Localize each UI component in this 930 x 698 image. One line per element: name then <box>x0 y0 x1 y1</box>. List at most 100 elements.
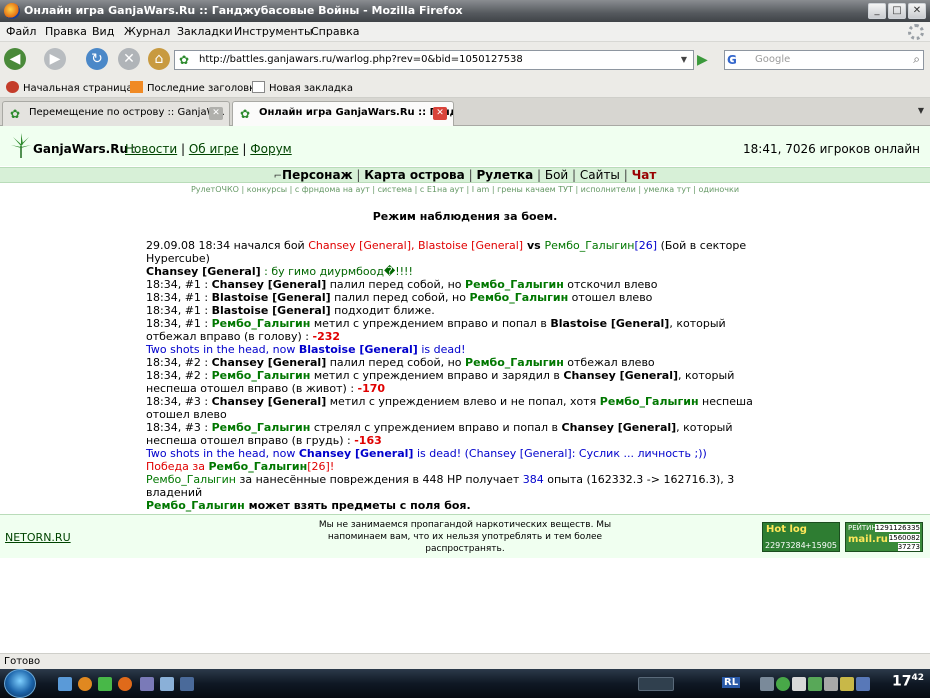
throbber-icon <box>908 24 924 40</box>
site-header: GanjaWars.Ru : Новости | Об игре | Форум… <box>0 126 930 166</box>
maximize-button[interactable]: □ <box>888 3 906 19</box>
close-icon[interactable]: ✕ <box>209 107 223 120</box>
bookmark-new[interactable]: Новая закладка <box>252 81 353 94</box>
nav-character[interactable]: Персонаж <box>282 168 352 182</box>
counter-value: +15905 <box>804 541 837 550</box>
quicklaunch-icon[interactable] <box>58 677 72 691</box>
tab-island-travel[interactable]: ✿ Перемещение по острову :: GanjaW... ✕ <box>2 101 230 126</box>
separator: | <box>238 142 251 156</box>
quicklaunch-icon[interactable] <box>98 677 112 691</box>
pistol-icon: ⌐ <box>273 171 283 182</box>
address-bar[interactable]: ✿ http://battles.ganjawars.ru/warlog.php… <box>174 50 694 70</box>
volume-icon[interactable] <box>792 677 806 691</box>
log-line: 18:34, #3 : Chansey [General] метил с уп… <box>146 395 753 421</box>
reload-icon[interactable]: ↻ <box>86 48 108 70</box>
separator: | <box>464 168 477 182</box>
nav-chat[interactable]: Чат <box>632 168 657 182</box>
menu-tools[interactable]: Инструменты <box>234 25 313 38</box>
netorn-link[interactable]: NETORN.RU <box>5 531 71 544</box>
firefox-icon[interactable] <box>118 677 132 691</box>
search-icon[interactable]: ⌕ <box>913 52 920 67</box>
status-bar: Готово <box>0 653 930 669</box>
network-icon[interactable] <box>824 677 838 691</box>
quicklaunch-icon[interactable] <box>160 677 174 691</box>
tab-bar: ✿ Перемещение по острову :: GanjaW... ✕ … <box>0 98 930 126</box>
link-news[interactable]: Новости <box>125 142 177 156</box>
bookmark-icon <box>6 81 19 93</box>
battle-log: 29.09.08 18:34 начался бой Chansey [Gene… <box>146 239 776 512</box>
go-icon[interactable]: ▶ <box>697 51 715 69</box>
counter-value: 1560082 <box>888 534 920 542</box>
window-title: Онлайн игра GanjaWars.Ru :: Ганджубасовы… <box>24 4 463 17</box>
menu-view[interactable]: Вид <box>92 25 114 38</box>
disclaimer: Мы не занимаемся пропагандой наркотическ… <box>318 520 612 554</box>
separator: | <box>619 168 632 182</box>
start-button[interactable] <box>4 669 36 698</box>
hotlog-counter[interactable]: Hot log 22973284 +15905 <box>762 522 840 552</box>
language-indicator[interactable]: RL <box>722 677 741 688</box>
tray-icon[interactable] <box>856 677 870 691</box>
menu-history[interactable]: Журнал <box>124 25 170 38</box>
menu-bar: Файл Правка Вид Журнал Закладки Инструме… <box>0 22 930 42</box>
log-line: Рембо_Галыгин за нанесённые повреждения … <box>146 473 735 499</box>
site-favicon-icon: ✿ <box>240 107 251 121</box>
log-line: 18:34, #1 : Blastoise [General] палил пе… <box>146 291 653 304</box>
tray-icon[interactable] <box>840 677 854 691</box>
google-icon[interactable]: G <box>727 52 747 68</box>
mailru-counter[interactable]: РЕЙТИНГ mail.ru 1291126335 1560082 37273 <box>845 522 923 552</box>
counter-value: 22973284 <box>765 541 806 550</box>
sub-nav[interactable]: РулетОЧКО | конкурсы | с фрндома на аут … <box>0 184 930 196</box>
quicklaunch-icon[interactable] <box>180 677 194 691</box>
tab-list-chevron-icon[interactable]: ▼ <box>918 106 924 115</box>
log-line: 18:34, #2 : Chansey [General] палил пере… <box>146 356 655 369</box>
quicklaunch-icon[interactable] <box>140 677 154 691</box>
bookmark-headlines[interactable]: Последние заголовки <box>130 81 262 94</box>
back-icon[interactable]: ◀ <box>4 48 26 70</box>
tray-icon[interactable] <box>776 677 790 691</box>
site-favicon-icon: ✿ <box>10 107 21 121</box>
chevron-down-icon[interactable]: ▼ <box>677 52 691 68</box>
link-forum[interactable]: Форум <box>250 142 291 156</box>
tab-label: Онлайн игра GanjaWars.Ru :: Ганд... <box>259 107 454 118</box>
link-about[interactable]: Об игре <box>189 142 239 156</box>
close-icon[interactable]: ✕ <box>433 107 447 120</box>
home-icon[interactable]: ⌂ <box>148 48 170 70</box>
minimize-button[interactable]: _ <box>868 3 886 19</box>
nav-island-map[interactable]: Карта острова <box>364 168 465 182</box>
navigation-toolbar: ◀ ▶ ↻ ✕ ⌂ ✿ http://battles.ganjawars.ru/… <box>0 42 930 76</box>
counter-value: 37273 <box>897 543 920 551</box>
taskbar-clock[interactable]: 1742 <box>892 673 924 690</box>
hotlog-logo: Hot log <box>766 524 807 535</box>
log-line: 18:34, #1 : Blastoise [General] подходит… <box>146 304 435 317</box>
menu-file[interactable]: Файл <box>6 25 36 38</box>
log-line: 29.09.08 18:34 начался бой Chansey [Gene… <box>146 239 747 265</box>
stop-icon[interactable]: ✕ <box>118 48 140 70</box>
address-url[interactable]: http://battles.ganjawars.ru/warlog.php?r… <box>199 54 523 65</box>
bookmark-label: Начальная страница <box>23 83 133 94</box>
quicklaunch-icon[interactable] <box>78 677 92 691</box>
tray-icon[interactable] <box>760 677 774 691</box>
top-links: Новости | Об игре | Форум <box>125 142 292 156</box>
tray-icon[interactable] <box>808 677 822 691</box>
server-time-online: 18:41, 7026 игроков онлайн <box>743 142 920 156</box>
close-button[interactable]: ✕ <box>908 3 926 19</box>
forward-icon[interactable]: ▶ <box>44 48 66 70</box>
windows-taskbar: RL 1742 <box>0 669 930 698</box>
nav-sites[interactable]: Сайты <box>580 168 620 182</box>
log-line: Two shots in the head, now Chansey [Gene… <box>146 447 707 460</box>
site-name[interactable]: GanjaWars.Ru : <box>33 142 136 156</box>
search-input[interactable]: G Google ⌕ <box>724 50 924 70</box>
bookmark-label: Последние заголовки <box>147 83 262 94</box>
bookmark-home[interactable]: Начальная страница <box>6 81 133 94</box>
nav-battle[interactable]: Бой <box>545 168 568 182</box>
tab-ganjawars-active[interactable]: ✿ Онлайн игра GanjaWars.Ru :: Ганд... ✕ <box>232 101 454 126</box>
menu-bookmarks[interactable]: Закладки <box>177 25 233 38</box>
rss-icon <box>130 81 143 93</box>
menu-help[interactable]: Справка <box>311 25 359 38</box>
menu-edit[interactable]: Правка <box>45 25 87 38</box>
tab-label: Перемещение по острову :: GanjaW... <box>29 107 225 118</box>
taskbar-firefox-button[interactable] <box>638 677 674 691</box>
site-favicon-icon: ✿ <box>179 53 190 67</box>
nav-roulette[interactable]: Рулетка <box>476 168 533 182</box>
log-line: 18:34, #1 : Рембо_Галыгин метил с упрежд… <box>146 317 726 343</box>
